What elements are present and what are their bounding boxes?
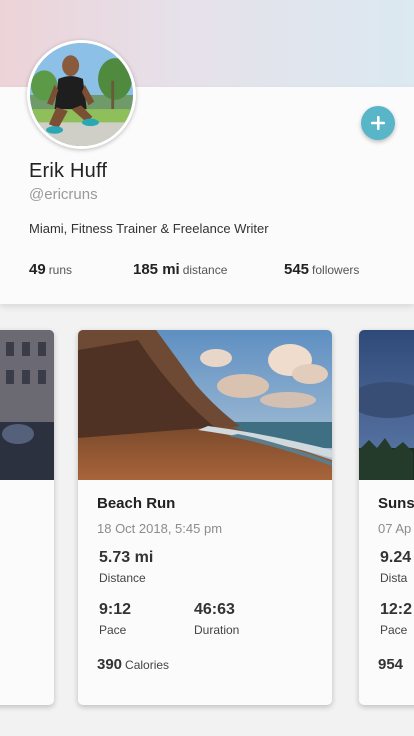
stat-followers[interactable]: 545 followers [284,261,359,279]
metric-value: 954 [378,656,404,673]
stat-label: followers [312,263,360,277]
metric-label: Dista [380,571,408,585]
run-card-photo [78,330,332,480]
run-title: Suns [378,495,414,512]
run-card-photo [0,330,54,480]
metric-value: 390 [97,656,123,673]
plus-icon [371,116,385,130]
stat-runs[interactable]: 49 runs [29,261,72,279]
metric-distance: 9.24 Dista [380,549,411,585]
metric-label: Distance [99,571,146,585]
run-card-previous[interactable] [0,330,54,705]
run-card[interactable]: Beach Run 18 Oct 2018, 5:45 pm 5.73 mi D… [78,330,332,705]
metric-label: Duration [194,623,240,637]
stat-label: distance [182,263,228,277]
metric-value: 9.24 [380,549,412,566]
avatar[interactable] [27,40,136,149]
stat-label: runs [48,263,73,277]
metric-calories: 390 Calories [97,656,169,674]
run-date: 07 Ap [378,521,412,536]
profile-handle: @ericruns [29,186,98,203]
profile-name: Erik Huff [29,160,108,182]
metric-value: 5.73 mi [99,549,154,566]
metric-label: Pace [99,623,127,637]
run-title: Beach Run [97,495,176,512]
metric-value: 9:12 [99,601,132,618]
profile-screen: Erik Huff @ericruns Miami, Fitness Train… [0,0,414,736]
metric-pace: 9:12 Pace [99,601,131,637]
stat-value: 49 [29,261,46,278]
metric-calories: 954 [378,656,403,674]
metric-value: 12:2 [380,601,413,618]
metric-label: Pace [380,623,408,637]
metric-duration: 46:63 Duration [194,601,239,637]
stat-value: 545 [284,261,310,278]
add-button[interactable] [361,106,395,140]
stat-distance[interactable]: 185 mi distance [133,261,227,279]
avatar-photo [30,43,133,146]
stat-value: 185 mi [133,261,180,278]
run-card-next[interactable]: Suns 07 Ap 9.24 Dista 12:2 Pace 954 [359,330,414,705]
metric-label: Calories [125,658,170,672]
metric-pace: 12:2 Pace [380,601,412,637]
profile-bio: Miami, Fitness Trainer & Freelance Write… [29,221,269,236]
run-date: 18 Oct 2018, 5:45 pm [97,521,223,536]
metric-value: 46:63 [194,601,235,618]
metric-distance: 5.73 mi Distance [99,549,153,585]
run-card-photo [359,330,414,480]
